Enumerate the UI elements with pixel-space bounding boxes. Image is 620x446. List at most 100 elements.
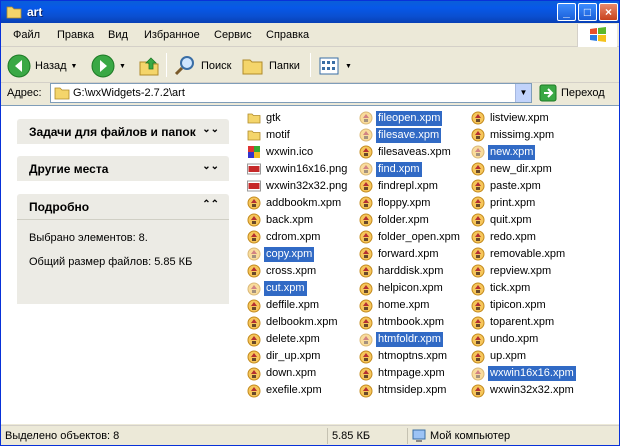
address-input[interactable]: G:\wxWidgets-2.7.2\art ▼ (50, 83, 532, 103)
file-item[interactable]: fileopen.xpm (359, 110, 443, 126)
file-item[interactable]: htmoptns.xpm (359, 349, 449, 365)
close-button[interactable]: × (599, 3, 618, 21)
file-item[interactable]: folder_open.xpm (359, 229, 462, 245)
menu-view[interactable]: Вид (108, 29, 128, 41)
file-item[interactable]: findrepl.xpm (359, 178, 440, 194)
window-title: art (27, 5, 43, 19)
folders-button[interactable]: Папки (241, 52, 300, 80)
file-item[interactable]: addbookm.xpm (247, 195, 343, 211)
file-item[interactable]: gtk (247, 110, 283, 126)
file-item[interactable]: cross.xpm (247, 263, 318, 279)
xpm-file-icon (247, 196, 261, 210)
views-dropdown-icon[interactable]: ▼ (345, 63, 352, 70)
menu-edit[interactable]: Правка (57, 29, 94, 41)
folder-icon (247, 113, 261, 124)
file-item[interactable]: redo.xpm (471, 229, 538, 245)
file-item[interactable]: paste.xpm (471, 178, 543, 194)
file-item[interactable]: new.xpm (471, 144, 536, 160)
file-name: wxwin16x16.xpm (488, 366, 576, 382)
file-item[interactable]: htmpage.xpm (359, 366, 447, 382)
collapse-chevron-icon[interactable]: ⌃⌃ (202, 199, 219, 210)
content-area: Задачи для файлов и папок ⌄⌄ Другие места… (1, 105, 619, 424)
file-item[interactable]: htmsidep.xpm (359, 383, 448, 399)
file-name: undo.xpm (490, 333, 539, 346)
forward-dropdown-icon[interactable]: ▼ (119, 63, 126, 70)
menu-tools[interactable]: Сервис (214, 29, 252, 41)
xpm-file-icon (471, 145, 485, 159)
file-item[interactable]: harddisk.xpm (359, 263, 445, 279)
xpm-file-icon (471, 128, 485, 142)
file-item[interactable]: tipicon.xpm (471, 298, 548, 314)
back-button[interactable]: Назад ▼ (7, 52, 77, 80)
file-item[interactable]: wxwin16x16.xpm (471, 366, 576, 382)
file-name: back.xpm (266, 213, 314, 226)
file-item[interactable]: folder.xpm (359, 212, 431, 228)
file-item[interactable]: cdrom.xpm (247, 229, 322, 245)
file-item[interactable]: htmbook.xpm (359, 315, 446, 331)
file-item[interactable]: home.xpm (359, 298, 431, 314)
menu-file[interactable]: Файл (13, 29, 40, 41)
file-item[interactable]: dir_up.xpm (247, 349, 322, 365)
file-item[interactable]: exefile.xpm (247, 383, 324, 399)
file-item[interactable]: filesave.xpm (359, 127, 442, 143)
expand-chevron-icon[interactable]: ⌄⌄ (202, 124, 219, 135)
file-item[interactable]: new_dir.xpm (471, 161, 554, 177)
go-button[interactable]: Переход (539, 83, 605, 103)
file-item[interactable]: quit.xpm (471, 212, 534, 228)
file-item[interactable]: find.xpm (359, 161, 422, 177)
file-name: delete.xpm (266, 333, 320, 346)
minimize-button[interactable]: _ (557, 3, 576, 21)
menu-favorites[interactable]: Избранное (144, 29, 200, 41)
file-item[interactable]: listview.xpm (471, 110, 551, 126)
status-selected: Выделено объектов: 8 (5, 430, 120, 442)
file-item[interactable]: delete.xpm (247, 332, 322, 348)
panel-details-header[interactable]: Подробно ⌃⌃ (17, 194, 229, 219)
file-item[interactable]: copy.xpm (247, 246, 315, 262)
file-item[interactable]: delbookm.xpm (247, 315, 340, 331)
file-item[interactable]: filesaveas.xpm (359, 144, 453, 160)
file-item[interactable]: print.xpm (471, 195, 537, 211)
file-item[interactable]: toparent.xpm (471, 315, 556, 331)
file-item[interactable]: undo.xpm (471, 332, 540, 348)
file-item[interactable]: forward.xpm (359, 246, 441, 262)
file-item[interactable]: up.xpm (471, 349, 528, 365)
forward-button[interactable]: ▼ (91, 52, 126, 80)
file-name: home.xpm (378, 299, 430, 312)
file-item[interactable]: wxwin16x16.png (247, 161, 349, 177)
task-pane: Задачи для файлов и папок ⌄⌄ Другие места… (1, 106, 241, 424)
panel-places[interactable]: Другие места ⌄⌄ (17, 156, 229, 181)
menu-help[interactable]: Справка (266, 29, 309, 41)
file-item[interactable]: missimg.xpm (471, 127, 556, 143)
file-name: findrepl.xpm (378, 179, 438, 192)
panel-tasks[interactable]: Задачи для файлов и папок ⌄⌄ (17, 119, 229, 144)
file-item[interactable]: wxwin32x32.xpm (471, 383, 576, 399)
file-item[interactable]: cut.xpm (247, 281, 307, 297)
file-item[interactable]: motif (247, 127, 292, 143)
windows-flag-icon (590, 27, 606, 42)
back-dropdown-icon[interactable]: ▼ (71, 63, 78, 70)
file-item[interactable]: tick.xpm (471, 281, 532, 297)
file-item[interactable]: floppy.xpm (359, 195, 432, 211)
file-name: wxwin32x32.png (266, 179, 348, 192)
xpm-file-icon (247, 282, 261, 295)
maximize-button[interactable]: □ (578, 3, 597, 21)
views-button[interactable]: ▼ (317, 52, 352, 80)
expand-chevron-icon[interactable]: ⌄⌄ (202, 161, 219, 172)
file-name: htmsidep.xpm (378, 384, 447, 397)
search-button[interactable]: Поиск (173, 52, 231, 80)
file-item[interactable]: back.xpm (247, 212, 315, 228)
address-dropdown-icon[interactable]: ▼ (515, 84, 531, 102)
folders-icon (242, 59, 263, 75)
windows-logo (577, 24, 617, 47)
file-item[interactable]: helpicon.xpm (359, 281, 445, 297)
file-item[interactable]: wxwin32x32.png (247, 178, 349, 194)
file-item[interactable]: htmfoldr.xpm (359, 332, 443, 348)
file-item[interactable]: deffile.xpm (247, 298, 321, 314)
file-item[interactable]: repview.xpm (471, 263, 553, 279)
xpm-file-icon (471, 282, 485, 295)
file-item[interactable]: wxwin.ico (247, 144, 315, 160)
title-bar[interactable]: art _ □ × (1, 1, 619, 23)
up-folder-button[interactable] (137, 52, 161, 80)
file-item[interactable]: down.xpm (247, 366, 318, 382)
file-item[interactable]: removable.xpm (471, 246, 567, 262)
